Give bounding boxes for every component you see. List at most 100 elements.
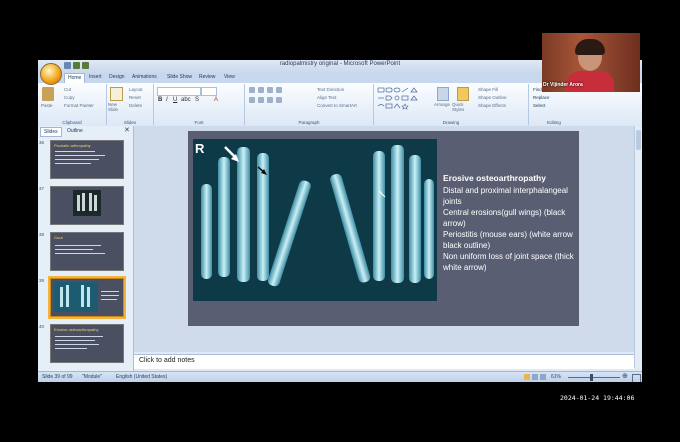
scroll-thumb[interactable]	[636, 130, 641, 150]
arrange-icon[interactable]	[437, 87, 449, 101]
paragraph-group: Text Direction Align Text Convert to Sma…	[245, 84, 374, 125]
zoom-in-icon[interactable]: ⊕	[622, 372, 628, 380]
language-indicator[interactable]: English (United States)	[116, 374, 167, 380]
status-bar: Slide 39 of 99 "Module" English (United …	[38, 371, 642, 382]
font-size-box[interactable]	[201, 87, 217, 96]
arrange-button[interactable]: Arrange	[434, 102, 450, 107]
slide-show-icon[interactable]	[540, 374, 546, 380]
slide-text-box[interactable]: Erosive osteoarthropathy Distal and prox…	[443, 173, 577, 273]
slides-panel: Slides Outline ✕ 36 Psoriatic arthropath…	[38, 126, 134, 376]
convert-smartart-button[interactable]: Convert to SmartArt	[317, 103, 357, 108]
font-color-icon[interactable]: A	[214, 97, 218, 103]
close-panel-icon[interactable]: ✕	[124, 126, 130, 134]
notes-pane[interactable]: Click to add notes	[134, 354, 634, 369]
slide-counter: Slide 39 of 99	[42, 374, 73, 380]
notes-placeholder: Click to add notes	[139, 357, 195, 364]
cut-button[interactable]: Cut	[64, 87, 71, 92]
shape-outline-button[interactable]: Shape Outline	[478, 95, 507, 100]
tab-design[interactable]: Design	[106, 74, 128, 80]
strikethrough-icon[interactable]: abc	[181, 97, 191, 103]
decrease-indent-icon[interactable]	[267, 87, 273, 93]
align-text-button[interactable]: Align Text	[317, 95, 336, 100]
zoom-slider[interactable]	[568, 377, 620, 378]
xray-side-label: R	[195, 141, 205, 156]
editing-label: Editing	[547, 120, 561, 125]
theme-name: "Module"	[82, 374, 102, 380]
italic-icon[interactable]: I	[166, 97, 168, 103]
slide-thumbnail-39[interactable]	[48, 276, 126, 319]
powerpoint-window: radiopalmistry original - Microsoft Powe…	[38, 60, 642, 382]
slide-bullet: Periostitis (mouse ears) (white arrow bl…	[443, 230, 573, 250]
tab-animations[interactable]: Animations	[129, 74, 160, 80]
thumbnail-number: 39	[39, 278, 45, 283]
xray-drawing	[193, 139, 437, 301]
drawing-label: Drawing	[442, 120, 460, 125]
tab-outline[interactable]: Outline	[64, 127, 86, 135]
justify-icon[interactable]	[276, 97, 282, 103]
underline-icon[interactable]: U	[173, 97, 177, 103]
tab-slide-show[interactable]: Slide Show	[164, 74, 195, 80]
thumbnail-title: Psoriatic arthropathy	[54, 143, 91, 148]
delete-button[interactable]: Delete	[129, 103, 142, 108]
slide-bullet: Central erosions(gull wings) (black arro…	[443, 208, 566, 228]
shapes-gallery-icon[interactable]	[377, 87, 433, 111]
slide-thumbnail-40[interactable]: Erosive osteoarthropathy	[50, 324, 124, 363]
hand-xray-image[interactable]: R	[193, 139, 437, 301]
shape-effects-button[interactable]: Shape Effects	[478, 103, 506, 108]
numbering-icon[interactable]	[258, 87, 264, 93]
drawing-group: Arrange Quick Styles Shape Fill Shape Ou…	[374, 84, 529, 125]
clipboard-group: Paste Cut Copy Format Painter Clipboard	[38, 84, 107, 125]
slide-sorter-icon[interactable]	[532, 374, 538, 380]
font-label: Font	[194, 120, 204, 125]
text-direction-button[interactable]: Text Direction	[317, 87, 344, 92]
new-slide-icon[interactable]	[110, 87, 123, 101]
recording-timestamp: 2024-01-24 19:44:06	[560, 394, 635, 402]
tab-review[interactable]: Review	[196, 74, 218, 80]
quick-styles-icon[interactable]	[457, 87, 469, 101]
format-painter-button[interactable]: Format Painter	[64, 103, 94, 108]
slide-thumbnail-38[interactable]: Gout	[50, 232, 124, 271]
normal-view-icon[interactable]	[524, 374, 530, 380]
new-slide-button[interactable]: New Slide	[108, 102, 126, 112]
tab-view[interactable]: View	[221, 74, 238, 80]
copy-button[interactable]: Copy	[64, 95, 75, 100]
layout-button[interactable]: Layout	[129, 87, 143, 92]
shadow-icon[interactable]: S	[195, 97, 199, 103]
presenter-name: Dr Vijinder Arora	[543, 82, 583, 88]
fit-window-icon[interactable]	[632, 374, 641, 382]
thumbnail-number: 38	[39, 232, 45, 237]
paragraph-label: Paragraph	[298, 120, 320, 125]
replace-button[interactable]: Replace	[533, 95, 550, 100]
font-name-box[interactable]	[157, 87, 201, 96]
vertical-scrollbar[interactable]	[634, 126, 642, 368]
office-button[interactable]	[40, 63, 62, 85]
paste-button[interactable]: Paste	[41, 103, 53, 108]
tab-insert[interactable]: Insert	[86, 74, 105, 80]
tab-home[interactable]: Home	[64, 73, 86, 83]
find-button[interactable]: Find	[533, 87, 542, 92]
reset-button[interactable]: Reset	[129, 95, 141, 100]
select-button[interactable]: Select	[533, 103, 546, 108]
quick-styles-button[interactable]: Quick Styles	[452, 102, 474, 112]
thumbnail-image	[54, 282, 98, 312]
current-slide[interactable]: R Erosive osteoarthropathy Distal and pr…	[188, 131, 579, 326]
slide-thumbnail-36[interactable]: Psoriatic arthropathy	[50, 140, 124, 179]
bold-icon[interactable]: B	[158, 97, 162, 103]
slide-canvas: R Erosive osteoarthropathy Distal and pr…	[134, 126, 634, 352]
align-left-icon[interactable]	[249, 97, 255, 103]
thumbnail-title: Gout	[54, 235, 63, 240]
shape-fill-button[interactable]: Shape Fill	[478, 87, 498, 92]
bullets-icon[interactable]	[249, 87, 255, 93]
zoom-slider-handle[interactable]	[590, 374, 593, 381]
thumbnail-number: 37	[39, 186, 45, 191]
thumbnail-image	[73, 190, 101, 216]
align-center-icon[interactable]	[258, 97, 264, 103]
align-right-icon[interactable]	[267, 97, 273, 103]
paste-icon[interactable]	[42, 87, 54, 101]
tab-slides[interactable]: Slides	[40, 127, 62, 137]
slide-bullet: Distal and proximal interphalangeal join…	[443, 186, 568, 206]
slide-heading: Erosive osteoarthropathy	[443, 173, 546, 183]
slides-label: Slides	[123, 120, 137, 125]
increase-indent-icon[interactable]	[276, 87, 282, 93]
slide-thumbnail-37[interactable]	[50, 186, 124, 225]
